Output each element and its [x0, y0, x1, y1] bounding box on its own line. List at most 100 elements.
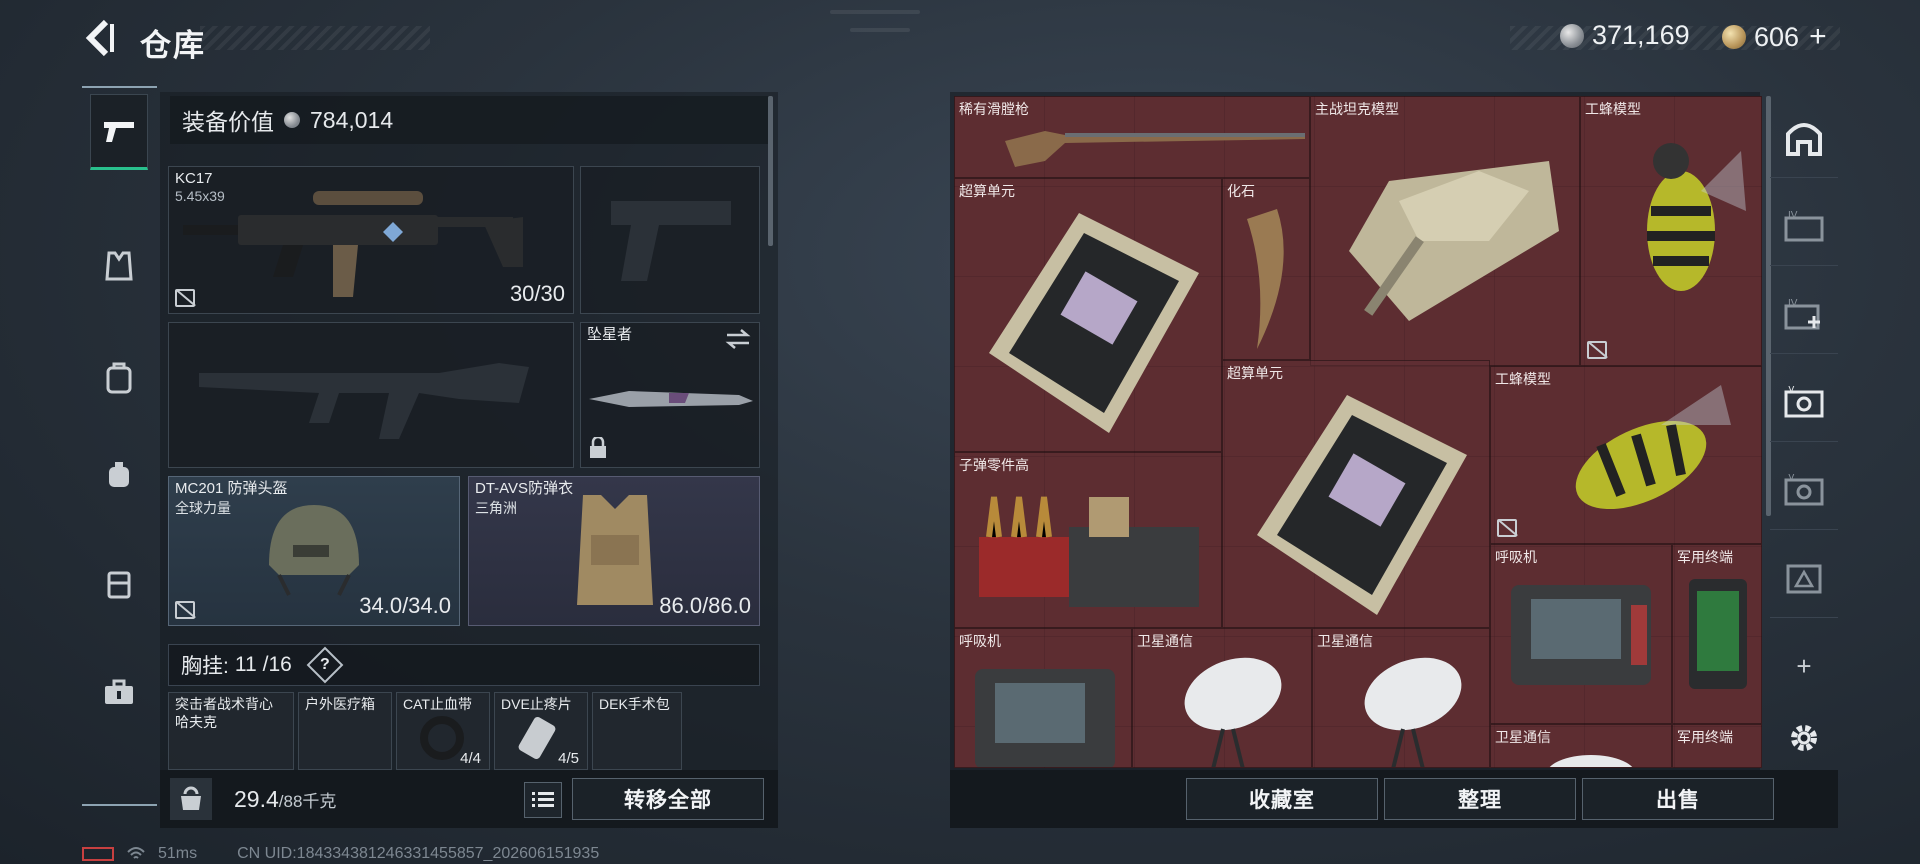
add-stash-tab-button[interactable]: + — [1770, 626, 1838, 706]
melee-slot[interactable]: 坠星者 — [580, 322, 760, 468]
satellite-dish-image — [1184, 657, 1282, 767]
melee-name: 坠星者 — [587, 326, 633, 343]
add-currency-button[interactable]: + — [1809, 20, 1827, 54]
helmet-durability: 34.0/34.0 — [359, 593, 451, 618]
rifle-placeholder-icon — [199, 363, 529, 439]
stash-item-ammo-parts[interactable]: 子弹零件高 — [954, 452, 1222, 628]
item-name: 卫星通信 — [1495, 729, 1551, 745]
list-view-button[interactable] — [524, 782, 562, 818]
helmet-slot[interactable]: MC201 防弹头盔 全球力量 34.0/34.0 — [168, 476, 460, 626]
chest-item-painkiller[interactable]: DVE止疼片 4/5 — [494, 692, 588, 770]
helmet-image — [269, 505, 359, 596]
swap-icon — [725, 329, 751, 349]
svg-text:IV: IV — [1788, 210, 1798, 221]
stash-tab-5[interactable]: V — [1770, 362, 1838, 442]
unlocked-icon — [175, 601, 195, 619]
item-name: 稀有滑膛枪 — [959, 101, 1029, 117]
weight-max: /88千克 — [278, 792, 337, 811]
item-name: 化石 — [1227, 183, 1255, 199]
back-button[interactable] — [80, 18, 120, 58]
item-name: 卫星通信 — [1137, 633, 1193, 649]
stash-tab-4[interactable]: IV — [1770, 186, 1838, 266]
stash-tab-main[interactable] — [1770, 98, 1838, 178]
silver-amount: 371,169 — [1592, 20, 1690, 50]
ammo-parts-image — [979, 496, 1199, 607]
tab-container[interactable] — [90, 546, 148, 622]
stash-item-satellite-comm[interactable]: 卫星通信 — [1490, 724, 1672, 768]
sell-button[interactable]: 出售 — [1582, 778, 1774, 820]
stash-item-fossil[interactable]: 化石 — [1222, 178, 1310, 360]
chest-item-name: 户外医疗箱 — [305, 696, 375, 712]
organize-button[interactable]: 整理 — [1384, 778, 1576, 820]
item-name: 超算单元 — [1227, 365, 1283, 381]
add-tab-icon: + — [1796, 650, 1812, 681]
chest-item-count: 4/4 — [460, 750, 481, 767]
transfer-all-button[interactable]: 转移全部 — [572, 778, 764, 820]
rail-divider — [82, 86, 157, 88]
weight-value: 29.4 — [234, 786, 279, 812]
collection-room-button[interactable]: 收藏室 — [1186, 778, 1378, 820]
stash-item-ventilator[interactable]: 呼吸机 — [954, 628, 1132, 768]
item-name: 卫星通信 — [1317, 633, 1373, 649]
stash-item-compute-unit[interactable]: 超算单元 — [1222, 360, 1490, 628]
background-streak — [830, 10, 920, 14]
folder-add-icon: IV — [1784, 298, 1820, 329]
armor-name: DT-AVS防弹衣 — [475, 480, 574, 497]
silver-currency: 371,169 — [1560, 20, 1690, 51]
chest-item-vest[interactable]: 突击者战术背心 哈夫克 — [168, 692, 294, 770]
musket-image — [1005, 131, 1305, 167]
help-button[interactable]: ? — [306, 646, 344, 684]
folder-icon: IV — [1784, 210, 1824, 241]
satellite-dish-image — [1549, 755, 1633, 767]
item-name: 主战坦克模型 — [1315, 101, 1399, 117]
item-name: 呼吸机 — [959, 633, 1001, 649]
background-streak — [850, 28, 910, 32]
chest-item-name: 突击者战术背心 — [175, 696, 273, 712]
help-icon: ? — [319, 656, 330, 673]
tab-armor[interactable] — [90, 228, 148, 304]
rifle-image — [183, 191, 523, 297]
tab-backpack[interactable] — [90, 340, 148, 416]
stash-tab-add-4[interactable]: IV — [1770, 274, 1838, 354]
stash-item-tank-model[interactable]: 主战坦克模型 — [1310, 96, 1580, 366]
circuit-board-image — [1257, 395, 1467, 615]
stash-item-military-terminal[interactable]: 军用终端 — [1672, 724, 1762, 768]
stash-item-bee-model[interactable]: 工蜂模型 — [1580, 96, 1762, 366]
stash-item-satellite-comm[interactable]: 卫星通信 — [1132, 628, 1312, 768]
knife-image — [589, 391, 753, 407]
equipment-scrollbar[interactable] — [768, 96, 773, 246]
tab-pouch[interactable] — [90, 436, 148, 512]
settings-button[interactable] — [1770, 698, 1838, 778]
armor-slot[interactable]: DT-AVS防弹衣 三角洲 86.0/86.0 — [468, 476, 760, 626]
secondary-weapon-slot[interactable] — [168, 322, 574, 468]
primary-weapon-slot[interactable]: KC17 5.45x39 30/30 — [168, 166, 574, 314]
pistol-slot[interactable] — [580, 166, 760, 314]
stash-tab-special[interactable] — [1770, 538, 1838, 618]
uid-text: CN UID:18433438124633145585​7_2026061519… — [237, 845, 600, 862]
stash-item-bee-model[interactable]: 工蜂模型 — [1490, 366, 1762, 544]
chest-item-surgery-kit[interactable]: DEK手术包 — [592, 692, 682, 770]
chest-rig-label: 胸挂: — [181, 655, 229, 678]
tab-weapons[interactable] — [90, 94, 148, 170]
tank-image — [1349, 161, 1559, 321]
tab-medical[interactable] — [90, 654, 148, 730]
page-title: 仓库 — [140, 28, 206, 63]
equipment-value-label: 装备价值 — [182, 109, 274, 135]
stash-tab-5b[interactable]: V — [1770, 450, 1838, 530]
stash-item-compute-unit[interactable]: 超算单元 — [954, 178, 1222, 452]
chest-item-tourniquet[interactable]: CAT止血带 4/4 — [396, 692, 490, 770]
chest-item-medkit[interactable]: 户外医疗箱 — [298, 692, 392, 770]
stash-item-musket[interactable]: 稀有滑膛枪 — [954, 96, 1310, 178]
bee-image — [1647, 143, 1746, 291]
terminal-image — [1689, 579, 1747, 689]
stash-item-ventilator[interactable]: 呼吸机 — [1490, 544, 1672, 724]
gold-currency: 606 + — [1722, 20, 1827, 54]
pill-bottle-image — [518, 717, 556, 759]
weight-icon — [181, 786, 201, 810]
stash-item-satellite-comm[interactable]: 卫星通信 — [1312, 628, 1490, 768]
stash-grid: 稀有滑膛枪 主战坦克模型 工蜂模型 超算单元 化石 超算单元 工蜂模型 子弹零件… — [954, 96, 1762, 768]
stash-item-military-terminal[interactable]: 军用终端 — [1672, 544, 1762, 724]
armor-durability: 86.0/86.0 — [659, 593, 751, 618]
gold-amount: 606 — [1754, 21, 1800, 52]
svg-text:V: V — [1788, 386, 1795, 395]
